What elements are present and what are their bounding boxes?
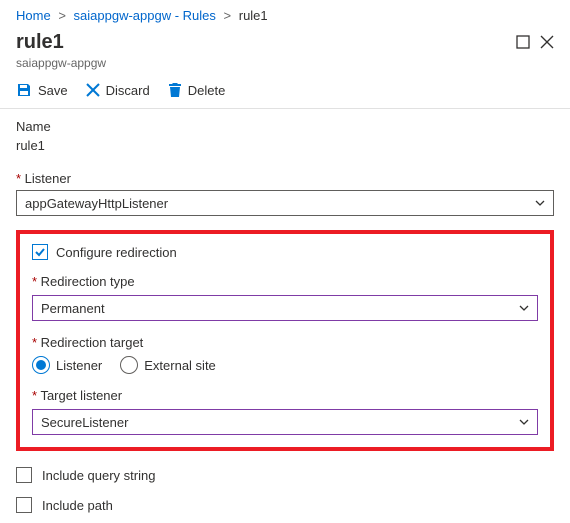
divider xyxy=(0,108,570,109)
breadcrumb-mid[interactable]: saiappgw-appgw - Rules xyxy=(74,8,216,23)
save-button[interactable]: Save xyxy=(16,82,68,98)
listener-select-value: appGatewayHttpListener xyxy=(25,196,168,211)
include-query-string-row[interactable]: Include query string xyxy=(0,463,570,493)
redirection-type-label: Redirection type xyxy=(32,274,538,289)
target-listener-radio[interactable]: Listener xyxy=(32,356,102,374)
form: Name rule1 Listener appGatewayHttpListen… xyxy=(0,119,570,451)
configure-redirection-label: Configure redirection xyxy=(56,245,177,260)
include-path-label: Include path xyxy=(42,498,113,513)
chevron-down-icon xyxy=(519,417,529,427)
save-icon xyxy=(16,82,32,98)
target-listener-option-label: Listener xyxy=(56,358,102,373)
redirection-type-select[interactable]: Permanent xyxy=(32,295,538,321)
redirection-target-label: Redirection target xyxy=(32,335,538,350)
target-listener-value: SecureListener xyxy=(41,415,128,430)
redirection-target-radios: Listener External site xyxy=(32,356,538,374)
close-icon[interactable] xyxy=(540,35,554,49)
delete-icon xyxy=(168,82,182,98)
delete-label: Delete xyxy=(188,83,226,98)
configure-redirection-checkbox[interactable] xyxy=(32,244,48,260)
discard-label: Discard xyxy=(106,83,150,98)
listener-select[interactable]: appGatewayHttpListener xyxy=(16,190,554,216)
name-label: Name xyxy=(16,119,554,134)
include-query-string-label: Include query string xyxy=(42,468,155,483)
highlight-box: Configure redirection Redirection type P… xyxy=(16,230,554,451)
discard-button[interactable]: Discard xyxy=(86,83,150,98)
save-label: Save xyxy=(38,83,68,98)
chevron-down-icon xyxy=(535,198,545,208)
radio-on-icon xyxy=(32,356,50,374)
page-header: rule1 saiappgw-appgw xyxy=(0,29,570,78)
maximize-icon[interactable] xyxy=(516,35,530,49)
discard-icon xyxy=(86,83,100,97)
target-listener-select[interactable]: SecureListener xyxy=(32,409,538,435)
breadcrumb-sep: > xyxy=(58,8,66,23)
check-icon xyxy=(34,246,46,258)
listener-label: Listener xyxy=(16,171,554,186)
include-path-checkbox[interactable] xyxy=(16,497,32,513)
include-path-row[interactable]: Include path xyxy=(0,493,570,523)
breadcrumb-sep: > xyxy=(224,8,232,23)
include-query-string-checkbox[interactable] xyxy=(16,467,32,483)
page-title: rule1 xyxy=(16,31,106,54)
breadcrumb-home[interactable]: Home xyxy=(16,8,51,23)
radio-off-icon xyxy=(120,356,138,374)
target-external-radio[interactable]: External site xyxy=(120,356,216,374)
target-external-option-label: External site xyxy=(144,358,216,373)
configure-redirection-row[interactable]: Configure redirection xyxy=(32,244,538,260)
redirection-type-value: Permanent xyxy=(41,301,105,316)
chevron-down-icon xyxy=(519,303,529,313)
name-value: rule1 xyxy=(16,138,554,153)
target-listener-label: Target listener xyxy=(32,388,538,403)
toolbar: Save Discard Delete xyxy=(0,78,570,108)
breadcrumb: Home > saiappgw-appgw - Rules > rule1 xyxy=(0,0,570,29)
delete-button[interactable]: Delete xyxy=(168,82,226,98)
page-subtitle: saiappgw-appgw xyxy=(16,56,106,70)
breadcrumb-current: rule1 xyxy=(239,8,268,23)
